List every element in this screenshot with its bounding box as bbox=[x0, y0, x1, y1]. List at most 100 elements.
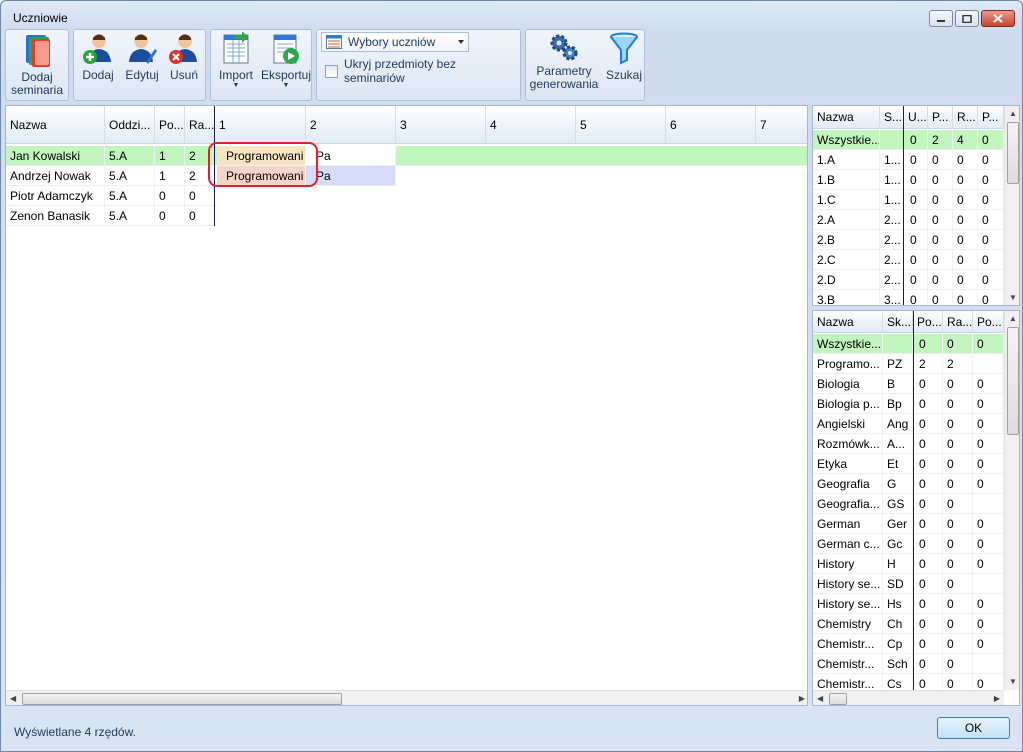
subjects-cell[interactable]: Chemistr... bbox=[813, 634, 883, 654]
classes-header-r[interactable]: R... bbox=[953, 106, 978, 129]
classes-vertical-scrollbar[interactable]: ▲ ▼ bbox=[1004, 106, 1019, 305]
scroll-thumb[interactable] bbox=[1007, 122, 1019, 184]
student-class[interactable]: 5.A bbox=[105, 186, 155, 206]
subjects-cell[interactable]: Sch bbox=[883, 654, 913, 674]
subjects-cell[interactable] bbox=[973, 654, 1004, 674]
subjects-cell[interactable]: 0 bbox=[943, 434, 973, 454]
subjects-cell[interactable]: 0 bbox=[973, 374, 1004, 394]
subjects-cell[interactable]: 0 bbox=[943, 614, 973, 634]
student-name[interactable]: Zenon Banasik bbox=[6, 206, 105, 226]
classes-cell[interactable]: 0 bbox=[978, 210, 1004, 230]
classes-cell[interactable]: 0 bbox=[978, 250, 1004, 270]
column-header-class[interactable]: Oddzi... bbox=[105, 106, 155, 144]
classes-cell[interactable]: 2... bbox=[880, 210, 904, 230]
classes-header-p2[interactable]: P... bbox=[978, 106, 1004, 129]
classes-header-u[interactable]: U... bbox=[904, 106, 928, 129]
classes-cell[interactable]: 0 bbox=[928, 250, 953, 270]
scroll-thumb[interactable] bbox=[1007, 327, 1019, 435]
subjects-cell[interactable]: 0 bbox=[915, 494, 943, 514]
subjects-cell[interactable] bbox=[883, 334, 913, 354]
hide-subjects-option[interactable]: Ukryj przedmioty bez seminariów bbox=[325, 57, 520, 85]
student-name[interactable]: Piotr Adamczyk bbox=[6, 186, 105, 206]
subjects-cell[interactable]: Gc bbox=[883, 534, 913, 554]
classes-cell[interactable]: Wszystkie... bbox=[813, 130, 880, 150]
subjects-cell[interactable] bbox=[973, 574, 1004, 594]
subjects-cell[interactable]: Geografia... bbox=[813, 494, 883, 514]
classes-cell[interactable]: 1... bbox=[880, 170, 904, 190]
classes-header-p[interactable]: P... bbox=[928, 106, 953, 129]
classes-cell[interactable]: 0 bbox=[953, 190, 978, 210]
classes-cell[interactable]: 3.B bbox=[813, 290, 880, 305]
subjects-cell[interactable]: 0 bbox=[943, 474, 973, 494]
maximize-button[interactable] bbox=[955, 10, 979, 27]
subjects-cell[interactable]: 2 bbox=[915, 354, 943, 374]
generation-params-button[interactable]: Parametry generowania bbox=[528, 32, 600, 91]
student-po[interactable]: 0 bbox=[155, 206, 185, 226]
subjects-cell[interactable]: 0 bbox=[943, 514, 973, 534]
subjects-cell[interactable]: Ch bbox=[883, 614, 913, 634]
classes-cell[interactable]: 2... bbox=[880, 230, 904, 250]
classes-cell[interactable]: 3... bbox=[880, 290, 904, 305]
ok-button[interactable]: OK bbox=[937, 717, 1010, 739]
subjects-cell[interactable]: 0 bbox=[943, 594, 973, 614]
subjects-header-po[interactable]: Po... bbox=[913, 311, 943, 333]
subjects-cell[interactable]: German c... bbox=[813, 534, 883, 554]
subjects-cell[interactable]: 0 bbox=[915, 394, 943, 414]
classes-cell[interactable]: 0 bbox=[978, 230, 1004, 250]
hide-subjects-checkbox[interactable] bbox=[325, 64, 338, 78]
column-header-slot-7[interactable]: 7 bbox=[756, 106, 807, 144]
add-student-button[interactable]: Dodaj bbox=[80, 32, 116, 82]
scroll-up-arrow[interactable]: ▲ bbox=[1009, 314, 1017, 323]
student-name[interactable]: Andrzej Nowak bbox=[6, 166, 105, 186]
subjects-cell[interactable]: 0 bbox=[973, 614, 1004, 634]
classes-cell[interactable]: 2... bbox=[880, 250, 904, 270]
subjects-cell[interactable]: Programo... bbox=[813, 354, 883, 374]
subjects-cell[interactable]: Hs bbox=[883, 594, 913, 614]
subjects-header-ra[interactable]: Ra... bbox=[943, 311, 973, 333]
scroll-thumb[interactable] bbox=[829, 693, 847, 705]
subjects-cell[interactable]: 0 bbox=[915, 654, 943, 674]
classes-cell[interactable]: 0 bbox=[953, 150, 978, 170]
subjects-cell[interactable]: German bbox=[813, 514, 883, 534]
subjects-cell[interactable]: 0 bbox=[973, 454, 1004, 474]
classes-cell[interactable]: 0 bbox=[978, 150, 1004, 170]
subjects-cell[interactable]: 0 bbox=[973, 434, 1004, 454]
column-header-slot-3[interactable]: 3 bbox=[396, 106, 486, 144]
student-ra[interactable]: 0 bbox=[185, 186, 215, 206]
classes-cell[interactable]: 0 bbox=[953, 250, 978, 270]
student-class[interactable]: 5.A bbox=[105, 166, 155, 186]
column-header-ra[interactable]: Ra... bbox=[185, 106, 215, 144]
classes-cell[interactable]: 0 bbox=[906, 230, 928, 250]
student-ra[interactable]: 0 bbox=[185, 206, 215, 226]
subjects-cell[interactable]: 0 bbox=[973, 634, 1004, 654]
subjects-cell[interactable]: Chemistr... bbox=[813, 654, 883, 674]
classes-cell[interactable]: 2.A bbox=[813, 210, 880, 230]
student-name[interactable]: Jan Kowalski bbox=[6, 146, 105, 166]
classes-cell[interactable]: 0 bbox=[928, 210, 953, 230]
subjects-cell[interactable]: 0 bbox=[943, 394, 973, 414]
subjects-header-name[interactable]: Nazwa bbox=[813, 311, 883, 333]
subjects-cell[interactable]: 0 bbox=[973, 474, 1004, 494]
student-po[interactable]: 1 bbox=[155, 146, 185, 166]
subjects-cell[interactable]: PZ bbox=[883, 354, 913, 374]
subjects-cell[interactable]: History se... bbox=[813, 574, 883, 594]
scroll-left-arrow[interactable]: ◀ bbox=[817, 694, 823, 703]
subjects-cell[interactable]: 0 bbox=[915, 534, 943, 554]
classes-cell[interactable]: 0 bbox=[953, 270, 978, 290]
classes-cell[interactable]: 0 bbox=[953, 170, 978, 190]
subjects-cell[interactable]: Geografia bbox=[813, 474, 883, 494]
minimize-button[interactable] bbox=[929, 10, 953, 27]
student-choices-dropdown[interactable]: Wybory uczniów bbox=[321, 32, 469, 52]
slot-2-cell[interactable]: Pa bbox=[306, 146, 396, 166]
classes-cell[interactable]: 2.D bbox=[813, 270, 880, 290]
classes-cell[interactable]: 0 bbox=[906, 210, 928, 230]
subjects-cell[interactable]: 0 bbox=[943, 654, 973, 674]
classes-cell[interactable]: 2... bbox=[880, 270, 904, 290]
subjects-cell[interactable]: 0 bbox=[915, 374, 943, 394]
subjects-cell[interactable]: 0 bbox=[915, 474, 943, 494]
subjects-cell[interactable]: 0 bbox=[943, 374, 973, 394]
classes-cell[interactable]: 0 bbox=[978, 290, 1004, 305]
subjects-cell[interactable]: 0 bbox=[943, 574, 973, 594]
subjects-cell[interactable]: Biologia bbox=[813, 374, 883, 394]
classes-cell[interactable]: 0 bbox=[953, 290, 978, 305]
